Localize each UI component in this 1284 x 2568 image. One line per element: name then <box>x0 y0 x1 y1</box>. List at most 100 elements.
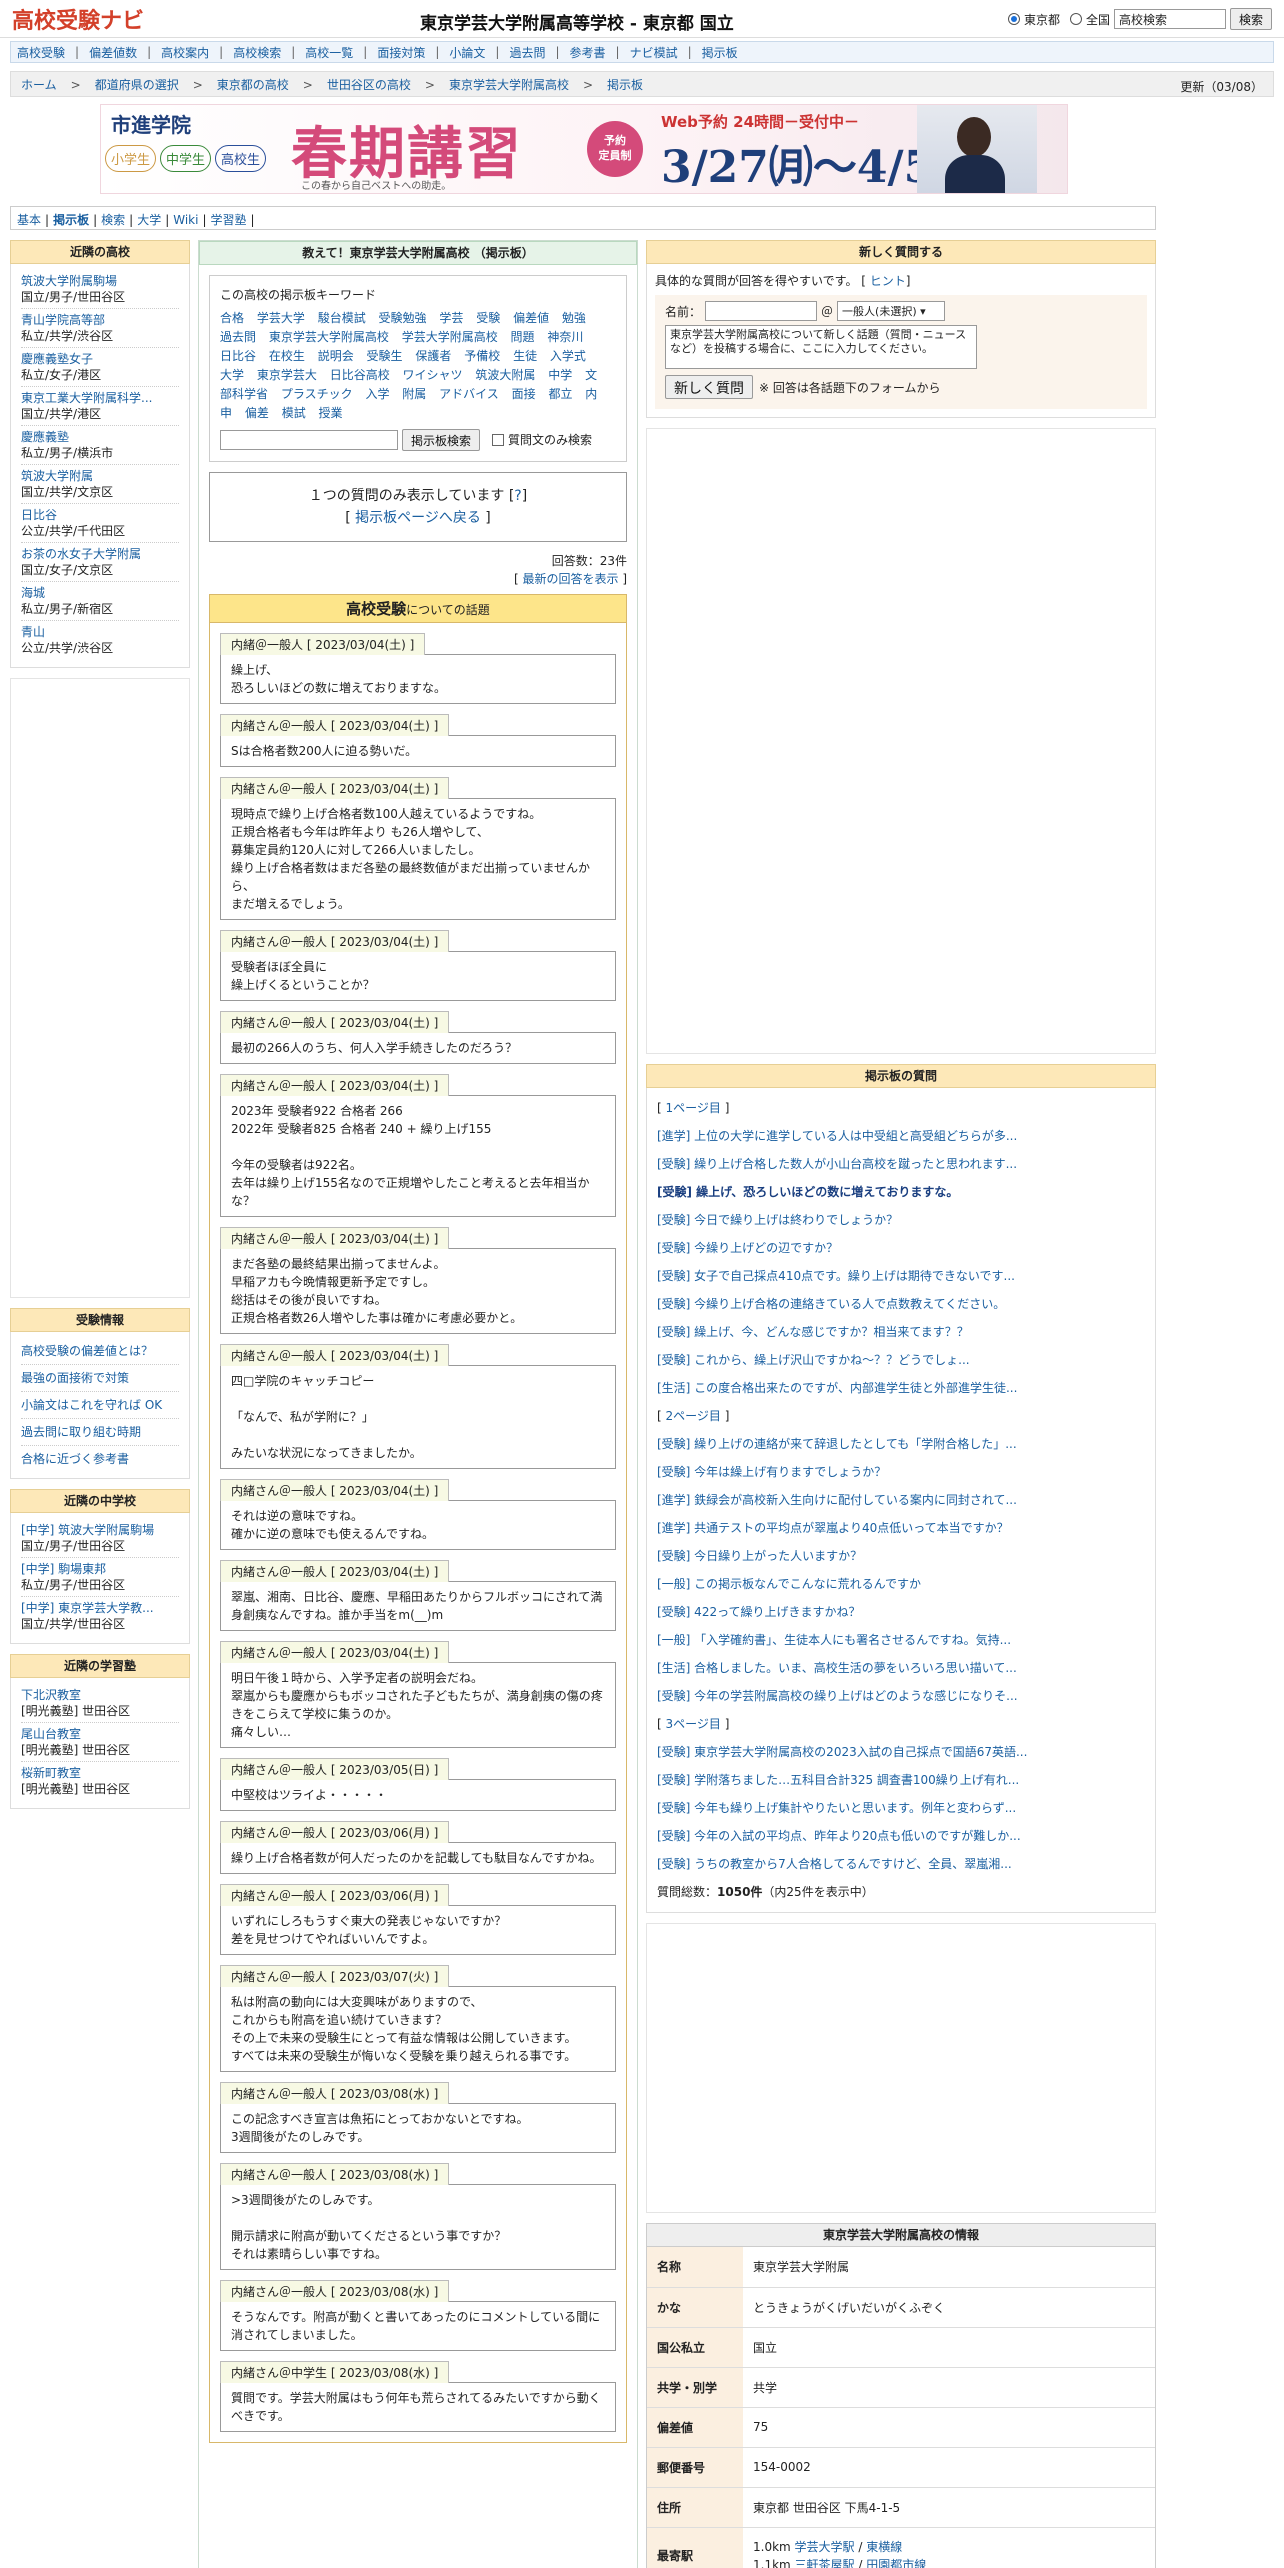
school-link[interactable]: 筑波大学附属 <box>21 468 179 484</box>
school-link[interactable]: 日比谷 <box>21 507 179 523</box>
nav-link[interactable]: ナビ模試 <box>630 44 678 61</box>
question-link[interactable]: [受験] 今年は繰上げ有りますでしょうか？ <box>657 1458 1145 1486</box>
keyword-link[interactable]: 東京学芸大学附属高校 <box>269 330 389 344</box>
breadcrumb-link[interactable]: 都道府県の選択 <box>95 78 179 92</box>
line-link[interactable]: 田園都市線 <box>866 2558 926 2568</box>
page-link[interactable]: 1ページ目 <box>666 1101 721 1115</box>
keyword-link[interactable]: 問題 <box>511 330 535 344</box>
sub-tab[interactable]: 学習塾 <box>211 213 247 227</box>
keyword-link[interactable]: 勉強 <box>562 311 586 325</box>
keyword-link[interactable]: アドバイス <box>439 387 499 401</box>
school-link[interactable]: 慶應義塾 <box>21 429 179 445</box>
line-link[interactable]: 東横線 <box>866 2540 902 2554</box>
question-textarea[interactable]: 東京学芸大学附属高校について新しく話題（質問・ニュースなど）を投稿する場合に、こ… <box>665 325 977 369</box>
question-link[interactable]: [一般] この掲示板なんでこんなに荒れるんですか <box>657 1570 1145 1598</box>
board-search-input[interactable] <box>220 430 398 450</box>
question-link[interactable]: [生活] 合格しました。いま、高校生活の夢をいろいろ思い描いて... <box>657 1654 1145 1682</box>
page-link[interactable]: 3ページ目 <box>666 1717 721 1731</box>
name-input[interactable] <box>705 301 818 321</box>
nav-link[interactable]: 面接対策 <box>377 44 425 61</box>
breadcrumb-link[interactable]: 東京学芸大学附属高校 <box>449 78 569 92</box>
question-link[interactable]: [生活] この度合格出来たのですが、内部進学生徒と外部進学生徒... <box>657 1374 1145 1402</box>
keyword-link[interactable]: 都立 <box>548 387 572 401</box>
nav-link[interactable]: 高校案内 <box>161 44 209 61</box>
breadcrumb-link[interactable]: 世田谷区の高校 <box>327 78 411 92</box>
breadcrumb-link[interactable]: ホーム <box>21 78 57 92</box>
keyword-link[interactable]: 偏差値 <box>513 311 549 325</box>
school-link[interactable]: 東京工業大学附属科学... <box>21 390 179 406</box>
school-link[interactable]: [中学] 駒場東邦 <box>21 1561 179 1577</box>
back-to-board-link[interactable]: 掲示板ページへ戻る <box>355 510 481 526</box>
keyword-link[interactable]: 受験勉強 <box>379 311 427 325</box>
keyword-link[interactable]: 学芸大学附属高校 <box>402 330 498 344</box>
site-logo[interactable]: 高校受験ナビ <box>12 3 144 35</box>
question-link[interactable]: [受験] 繰り上げの連絡が来て辞退したとしても「学附合格した」... <box>657 1430 1145 1458</box>
keyword-link[interactable]: 説明会 <box>318 349 354 363</box>
question-link[interactable]: [受験] 東京学芸大学附属高校の2023入試の自己採点で国語67英語... <box>657 1738 1145 1766</box>
question-link[interactable]: [進学] 鉄緑会が高校新入生向けに配付している案内に同封されて... <box>657 1486 1145 1514</box>
question-link[interactable]: [受験] これから、繰上げ沢山ですかね〜？？どうでしょ... <box>657 1346 1145 1374</box>
keyword-link[interactable]: 授業 <box>319 406 343 420</box>
page-link[interactable]: 2ページ目 <box>666 1409 721 1423</box>
nav-link[interactable]: 掲示板 <box>702 44 738 61</box>
question-link[interactable]: [受験] 繰り上げ合格した数人が小山台高校を蹴ったと思われます... <box>657 1150 1145 1178</box>
latest-answer-link[interactable]: 最新の回答を表示 <box>522 572 618 586</box>
exam-info-link[interactable]: 過去問に取り組む時期 <box>21 1425 141 1439</box>
keyword-link[interactable]: 模試 <box>282 406 306 420</box>
keyword-link[interactable]: ワイシャツ <box>403 368 463 382</box>
question-link[interactable]: [受験] 学附落ちました…五科目合計325 調査書100繰り上げ有れ... <box>657 1766 1145 1794</box>
keyword-link[interactable]: 附属 <box>402 387 426 401</box>
hint-link[interactable]: ヒント <box>870 274 906 288</box>
school-link[interactable]: 海城 <box>21 585 179 601</box>
sub-tab[interactable]: 大学 <box>137 213 161 227</box>
question-link[interactable]: [一般] 「入学確約書」、生徒本人にも署名させるんですね。気持... <box>657 1626 1145 1654</box>
new-question-button[interactable]: 新しく質問 <box>665 375 753 399</box>
school-link[interactable]: 慶應義塾女子 <box>21 351 179 367</box>
keyword-link[interactable]: 面接 <box>512 387 536 401</box>
keyword-link[interactable]: 筑波大附属 <box>475 368 535 382</box>
nav-link[interactable]: 小論文 <box>449 44 485 61</box>
keyword-link[interactable]: 部科学省 <box>220 387 268 401</box>
question-link[interactable]: [受験] 女子で自己採点410点です。繰り上げは期待できないです... <box>657 1262 1145 1290</box>
keyword-link[interactable]: 日比谷高校 <box>330 368 390 382</box>
nav-link[interactable]: 過去問 <box>509 44 545 61</box>
question-link[interactable]: [受験] 今日繰り上がった人いますか？ <box>657 1542 1145 1570</box>
sub-tab[interactable]: 基本 <box>17 213 41 227</box>
exam-info-link[interactable]: 高校受験の偏差値とは？ <box>21 1344 153 1358</box>
keyword-link[interactable]: 在校生 <box>269 349 305 363</box>
keyword-link[interactable]: 受験 <box>476 311 500 325</box>
keyword-link[interactable]: 保護者 <box>415 349 451 363</box>
ad-banner[interactable]: 市進学院 小学生 中学生 高校生 春期講習 この春から自己ベストへの助走。 予約… <box>100 104 1068 194</box>
keyword-link[interactable]: 大学 <box>220 368 244 382</box>
school-link[interactable]: 青山 <box>21 624 179 640</box>
keyword-link[interactable]: 学芸 <box>439 311 463 325</box>
question-link[interactable]: [受験] 今繰り上げ合格の連絡きている人で点数教えてください。 <box>657 1290 1145 1318</box>
nav-link[interactable]: 高校検索 <box>233 44 281 61</box>
keyword-link[interactable]: 日比谷 <box>220 349 256 363</box>
keyword-link[interactable]: 予備校 <box>464 349 500 363</box>
school-link[interactable]: 尾山台教室 <box>21 1726 179 1742</box>
radio-all[interactable] <box>1069 13 1082 25</box>
exam-info-link[interactable]: 最強の面接術で対策 <box>21 1371 129 1385</box>
school-link[interactable]: 筑波大学附属駒場 <box>21 273 179 289</box>
station-link[interactable]: 学芸大学駅 <box>795 2540 855 2554</box>
question-only-checkbox[interactable] <box>492 434 505 446</box>
sub-tab[interactable]: 掲示板 <box>53 213 89 227</box>
sub-tab[interactable]: Wiki <box>173 213 198 227</box>
nav-link[interactable]: 高校受験 <box>17 44 65 61</box>
school-link[interactable]: 下北沢教室 <box>21 1687 179 1703</box>
question-link[interactable]: [受験] 今年の入試の平均点、昨年より20点も低いのですが難しか... <box>657 1822 1145 1850</box>
keyword-link[interactable]: 入学 <box>365 387 389 401</box>
keyword-link[interactable]: 内 <box>585 387 597 401</box>
question-link[interactable]: [受験] 繰上げ、恐ろしいほどの数に増えておりますな。 <box>657 1178 1145 1206</box>
keyword-link[interactable]: 東京学芸大 <box>257 368 317 382</box>
question-link[interactable]: [受験] 422って繰り上げきますかね？ <box>657 1598 1145 1626</box>
question-link[interactable]: [受験] 繰上げ、今、どんな感じですか？相当来てます？？ <box>657 1318 1145 1346</box>
keyword-link[interactable]: 合格 <box>220 311 244 325</box>
question-link[interactable]: [受験] 今年も繰り上げ集計やりたいと思います。例年と変わらず... <box>657 1794 1145 1822</box>
radio-tokyo[interactable] <box>1007 13 1020 25</box>
nav-link[interactable]: 参考書 <box>570 44 606 61</box>
question-link[interactable]: [受験] 今日で繰り上げは終わりでしょうか？ <box>657 1206 1145 1234</box>
search-button[interactable]: 検索 <box>1229 8 1272 30</box>
exam-info-link[interactable]: 合格に近づく参考書 <box>21 1452 129 1466</box>
